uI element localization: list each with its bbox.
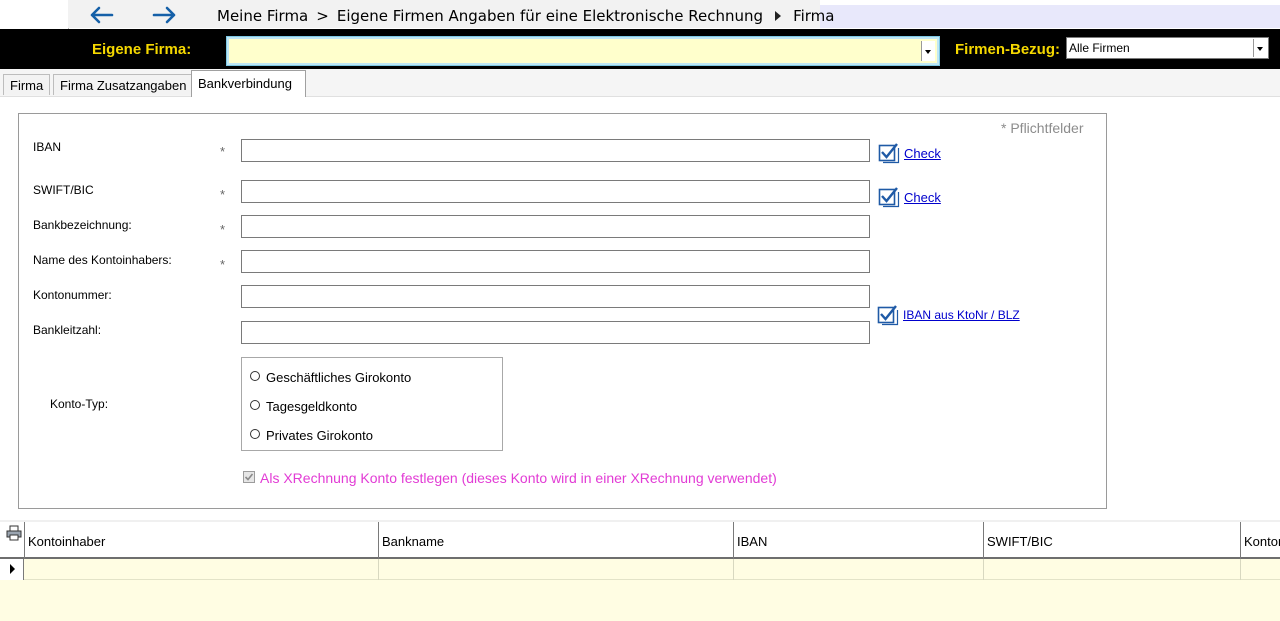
iban-from-ktonr-link[interactable]: IBAN aus KtoNr / BLZ xyxy=(903,308,1020,322)
forward-arrow-icon[interactable] xyxy=(152,5,178,28)
tab-firma[interactable]: Firma xyxy=(3,74,51,95)
chevron-down-icon xyxy=(925,50,931,54)
column-header-kontoinhaber[interactable]: Kontoinhaber xyxy=(24,522,379,559)
kontonummer-label: Kontonummer: xyxy=(33,288,112,302)
radio-label-geschaeftliches-girokonto: Geschäftliches Girokonto xyxy=(266,370,412,385)
breadcrumb-triangle-icon xyxy=(775,11,782,21)
column-header-iban[interactable]: IBAN xyxy=(733,522,984,559)
blz-input[interactable] xyxy=(241,321,870,344)
xrechnung-checkbox[interactable] xyxy=(243,471,255,483)
breadcrumb-separator: > xyxy=(316,7,329,25)
radio-tagesgeldkonto[interactable] xyxy=(250,400,260,410)
column-header-swift[interactable]: SWIFT/BIC xyxy=(983,522,1241,559)
firm-label: Eigene Firma: xyxy=(92,41,192,58)
row-cell-divider xyxy=(983,559,984,580)
firm-select[interactable] xyxy=(226,36,940,66)
breadcrumb-item-meine-firma[interactable]: Meine Firma xyxy=(217,7,308,25)
iban-from-ktonr-icon[interactable] xyxy=(877,304,899,326)
bankname-input[interactable] xyxy=(241,215,870,238)
required-fields-note: * Pflichtfelder xyxy=(1001,120,1084,136)
iban-required-marker: * xyxy=(220,144,226,159)
swift-required-marker: * xyxy=(220,187,226,202)
printer-icon[interactable] xyxy=(6,525,22,544)
iban-input[interactable] xyxy=(241,139,870,162)
radio-label-tagesgeldkonto: Tagesgeldkonto xyxy=(266,399,358,414)
breadcrumb-item-eigene-firmen[interactable]: Eigene Firmen Angaben für eine Elektroni… xyxy=(337,7,763,25)
row-selector[interactable] xyxy=(0,559,24,580)
radio-privates-girokonto[interactable] xyxy=(250,429,260,439)
swift-input[interactable] xyxy=(241,180,870,203)
blz-label: Bankleitzahl: xyxy=(33,323,102,337)
xrechnung-label: Als XRechnung Konto festlegen (dieses Ko… xyxy=(260,470,777,486)
konto-typ-label: Konto-Typ: xyxy=(50,397,109,411)
firmen-bezug-label: Firmen-Bezug: xyxy=(955,41,1060,58)
row-cell-divider xyxy=(733,559,734,580)
firmen-bezug-dropdown-button[interactable] xyxy=(1253,39,1267,57)
radio-label-privates-girokonto: Privates Girokonto xyxy=(266,428,373,443)
iban-label: IBAN xyxy=(33,140,62,154)
holder-input[interactable] xyxy=(241,250,870,273)
grid-empty-area xyxy=(0,580,1280,621)
check-swift-icon[interactable] xyxy=(878,186,900,208)
firm-dropdown-button[interactable] xyxy=(921,41,935,61)
check-mark-icon xyxy=(244,473,254,481)
firmen-bezug-select[interactable]: Alle Firmen xyxy=(1066,37,1269,59)
tab-bankverbindung[interactable]: Bankverbindung xyxy=(191,70,306,97)
chevron-down-icon xyxy=(1257,47,1263,51)
kontonummer-input[interactable] xyxy=(241,285,870,308)
table-row[interactable] xyxy=(0,559,1280,580)
firmen-bezug-value: Alle Firmen xyxy=(1069,41,1130,55)
bankname-label: Bankbezeichnung: xyxy=(33,218,132,232)
breadcrumb-item-firma[interactable]: Firma xyxy=(793,7,834,25)
nav-right-area xyxy=(820,5,1280,28)
nav-left-block xyxy=(0,0,69,29)
holder-required-marker: * xyxy=(220,257,226,272)
column-header-bankname[interactable]: Bankname xyxy=(378,522,734,559)
swift-label: SWIFT/BIC xyxy=(33,183,94,197)
radio-geschaeftliches-girokonto[interactable] xyxy=(250,371,260,381)
tab-firma-zusatzangaben[interactable]: Firma Zusatzangaben xyxy=(53,74,194,95)
bankname-required-marker: * xyxy=(220,222,226,237)
row-cell-divider xyxy=(1240,559,1241,580)
column-header-kontonummer[interactable]: Kontonummer xyxy=(1240,522,1280,559)
check-iban-link[interactable]: Check xyxy=(904,146,941,161)
row-cell-divider xyxy=(378,559,379,580)
check-iban-icon[interactable] xyxy=(878,142,900,164)
back-arrow-icon[interactable] xyxy=(88,5,114,28)
check-swift-link[interactable]: Check xyxy=(904,190,941,205)
breadcrumb: Meine Firma > Eigene Firmen Angaben für ei… xyxy=(217,7,834,25)
holder-label: Name des Kontoinhabers: xyxy=(33,253,172,267)
current-row-icon xyxy=(10,564,15,574)
